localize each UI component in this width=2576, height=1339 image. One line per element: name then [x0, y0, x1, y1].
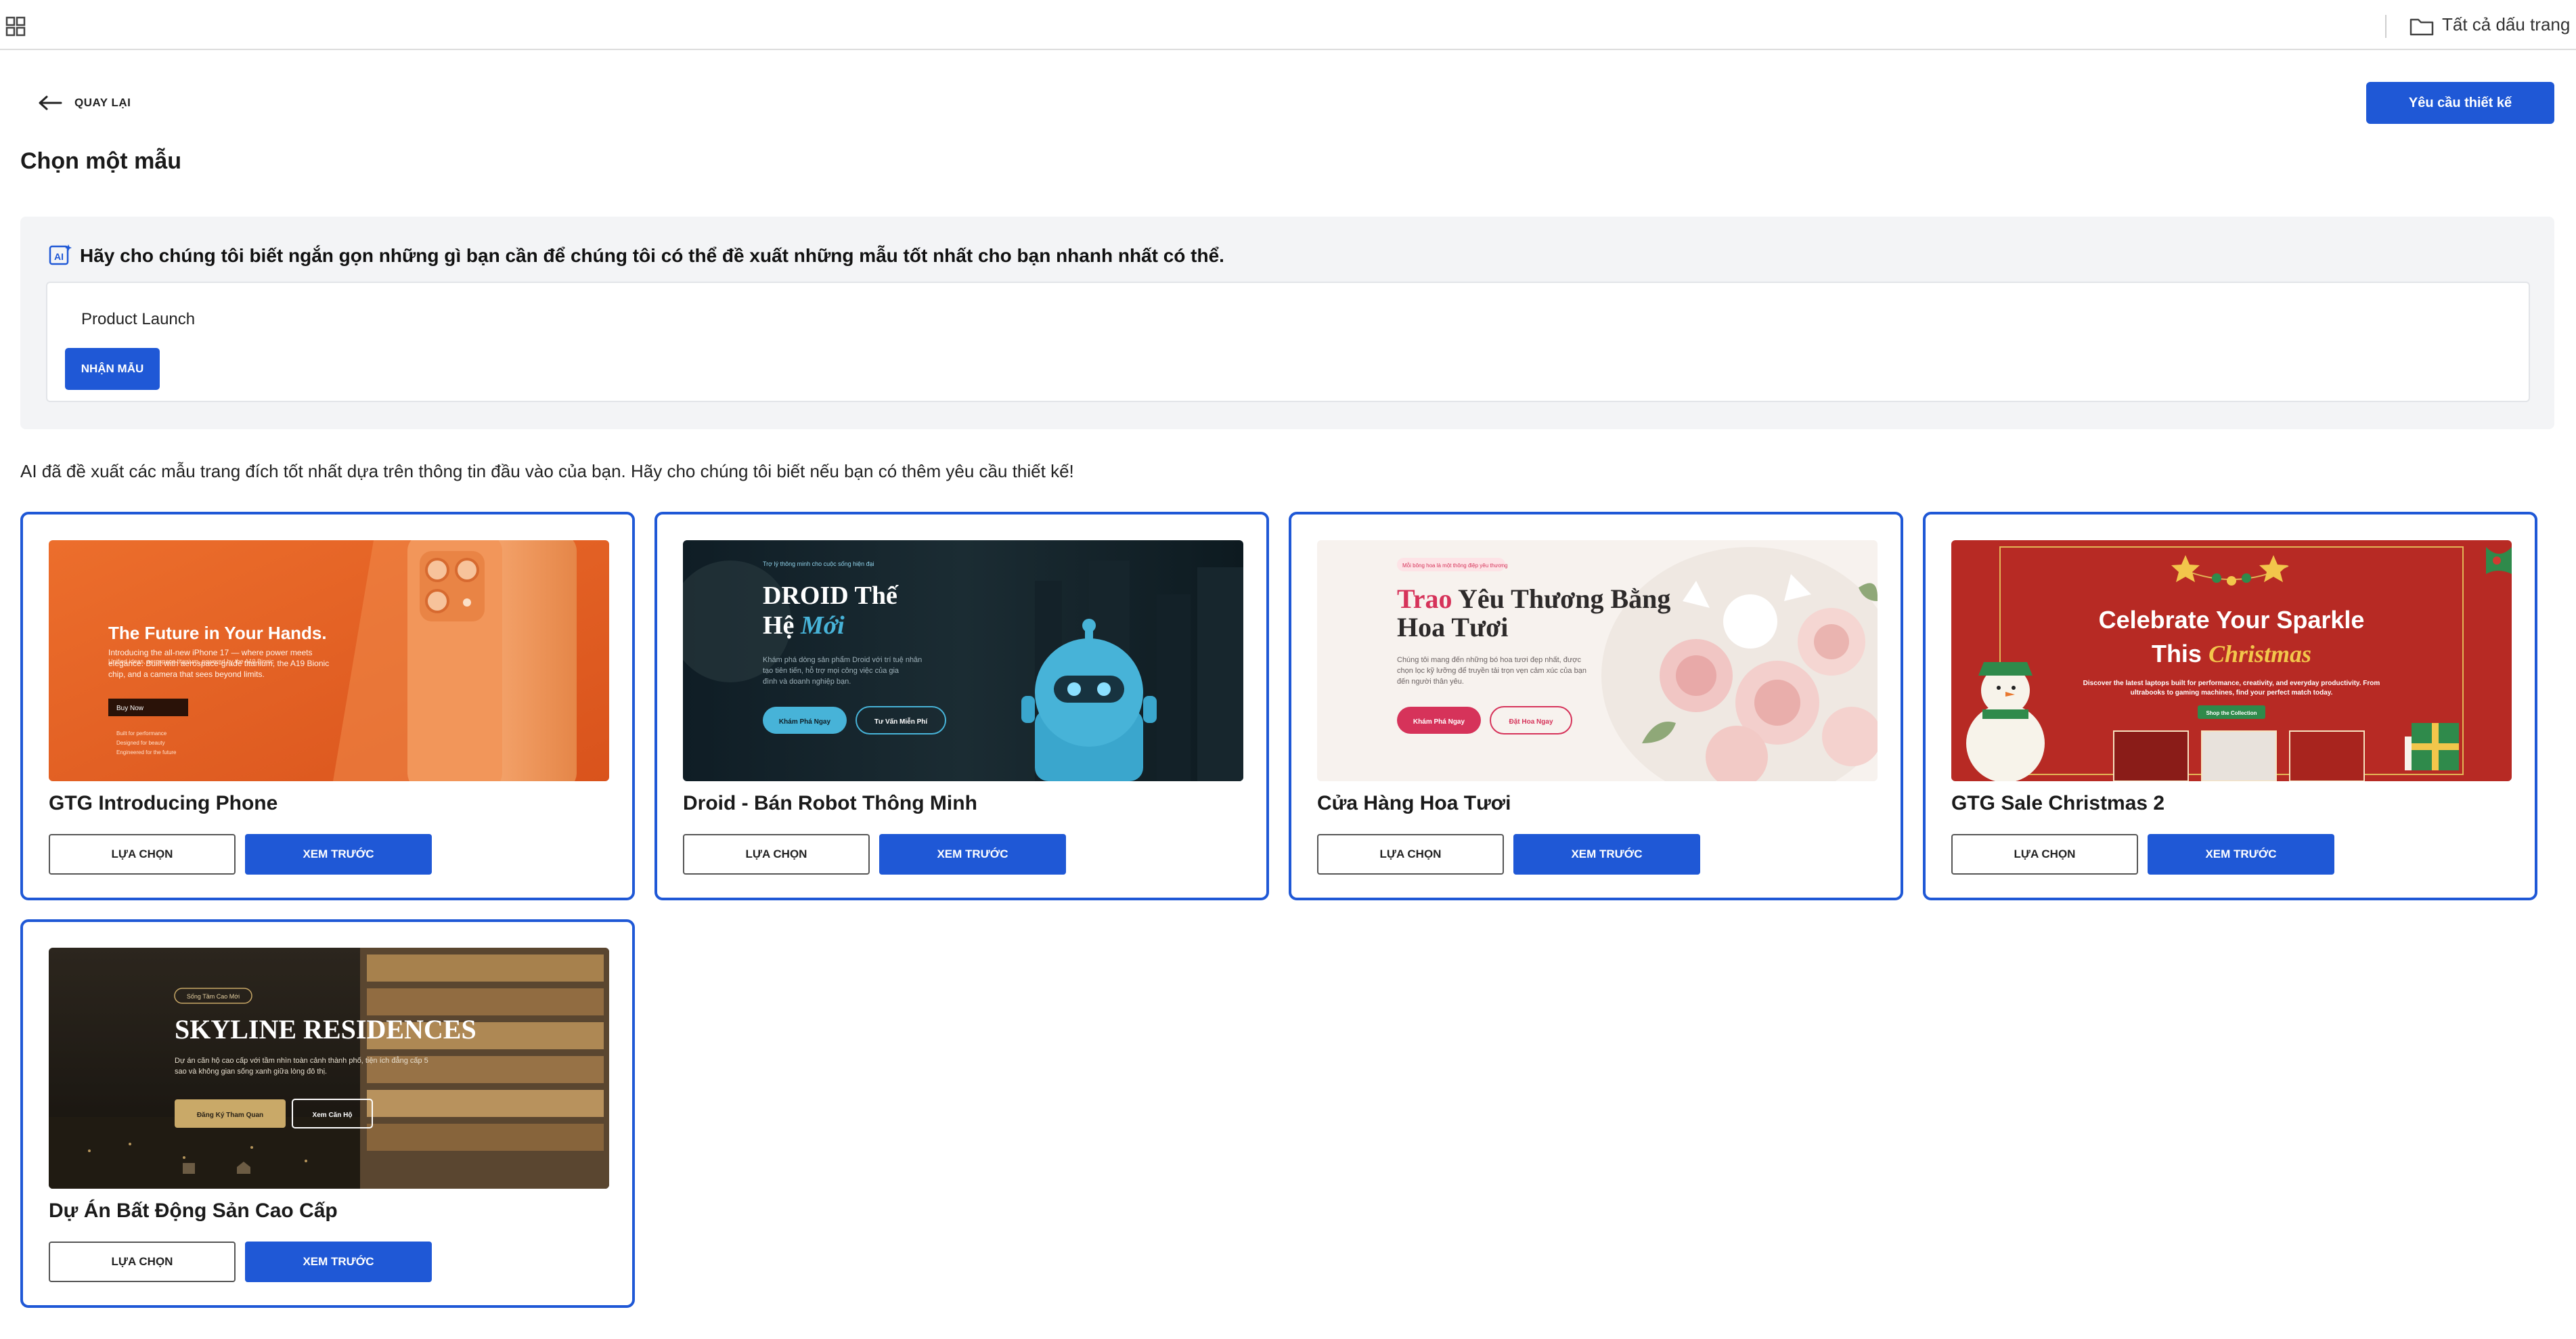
thumb-feature: Built for performance	[116, 730, 167, 737]
ai-sparkle-icon: AI	[49, 244, 72, 265]
template-card[interactable]: Unified ideas, aerospace titanium, power…	[20, 512, 635, 900]
thumb-body-2: ultrabooks to gaming machines, find your…	[2131, 689, 2333, 697]
thumb-headline-2: This	[2152, 640, 2208, 667]
all-bookmarks-link[interactable]: Tất cả dấu trang	[2442, 12, 2570, 37]
thumb-cta-primary-label: Khám Phá Ngay	[779, 718, 831, 726]
phone-image	[407, 540, 577, 781]
browser-toolbar: Tất cả dấu trang	[0, 0, 2576, 50]
thumb-headline-1: DROID Thế	[763, 581, 899, 610]
select-button[interactable]: LỰA CHỌN	[1317, 834, 1504, 875]
template-card[interactable]: Celebrate Your Sparkle This Christmas Di…	[1923, 512, 2537, 900]
ai-result-note: AI đã đề xuất các mẫu trang đích tốt nhấ…	[20, 461, 1074, 481]
design-request-button[interactable]: Yêu cầu thiết kế	[2366, 82, 2554, 124]
template-title: Droid - Bán Robot Thông Minh	[683, 792, 977, 814]
template-title: Dự Án Bất Động Sản Cao Cấp	[49, 1200, 338, 1222]
preview-button[interactable]: XEM TRƯỚC	[245, 834, 432, 875]
thumb-headline-2: Hệ	[763, 611, 801, 640]
thumb-headline: The Future in Your Hands.	[108, 623, 327, 643]
svg-text:Trao Yêu Thương Bằng: Trao Yêu Thương Bằng	[1397, 584, 1670, 614]
preview-button[interactable]: XEM TRƯỚC	[1513, 834, 1700, 875]
back-label: QUAY LẠI	[74, 96, 131, 109]
thumb-headline-accent: Christmas	[2208, 640, 2311, 667]
thumb-cta-primary-label: Khám Phá Ngay	[1413, 718, 1465, 726]
template-title: GTG Sale Christmas 2	[1951, 792, 2165, 814]
select-button[interactable]: LỰA CHỌN	[683, 834, 870, 875]
thumb-cta-primary-label: Đăng Ký Tham Quan	[197, 1112, 263, 1119]
template-card[interactable]: Sống Tầm Cao Mới SKYLINE RESIDENCES Dự á…	[20, 919, 635, 1308]
thumb-body-1: Khám phá dòng sản phẩm Droid với trí tuệ…	[763, 656, 922, 664]
thumb-headline: SKYLINE RESIDENCES	[175, 1014, 476, 1045]
thumb-body-1: Discover the latest laptops built for pe…	[2083, 680, 2380, 687]
thumb-body-2: elegance. Built with aerospace-grade tit…	[108, 659, 329, 668]
ai-suggestion-panel: AI Hãy cho chúng tôi biết ngắn gọn những…	[20, 217, 2554, 429]
thumb-body-2: chọn lọc kỹ lưỡng để truyền tải trọn vẹn…	[1397, 667, 1586, 675]
thumb-body-1: Introducing the all-new iPhone 17 — wher…	[108, 648, 313, 657]
thumb-badge-label: Mỗi bông hoa là một thông điệp yêu thươn…	[1402, 563, 1508, 569]
folder-icon[interactable]	[2410, 16, 2434, 37]
apps-grid-icon[interactable]	[5, 16, 26, 37]
template-thumbnail[interactable]: Trợ lý thông minh cho cuộc sống hiện đại…	[683, 540, 1243, 781]
thumb-body-2: sao và không gian sống xanh giữa lòng đô…	[175, 1068, 327, 1076]
template-card[interactable]: Mỗi bông hoa là một thông điệp yêu thươn…	[1289, 512, 1903, 900]
template-title: Cửa Hàng Hoa Tươi	[1317, 792, 1511, 814]
thumb-feature: Engineered for the future	[116, 749, 177, 755]
preview-button[interactable]: XEM TRƯỚC	[245, 1242, 432, 1282]
thumb-headline-accent: Trao	[1397, 584, 1458, 614]
template-card[interactable]: Trợ lý thông minh cho cuộc sống hiện đại…	[654, 512, 1269, 900]
building-icon	[183, 1163, 195, 1174]
back-button[interactable]: QUAY LẠI	[38, 89, 131, 116]
thumb-headline-1: Celebrate Your Sparkle	[2099, 606, 2365, 634]
svg-text:Hệ Mới: Hệ Mới	[763, 611, 845, 640]
toolbar-divider	[2385, 15, 2386, 38]
thumb-feature: Designed for beauty	[116, 740, 165, 746]
thumb-body-3: đình và doanh nghiệp bạn.	[763, 678, 851, 686]
ai-prompt-text: Hãy cho chúng tôi biết ngắn gọn những gì…	[80, 245, 1224, 266]
thumb-buy-label: Buy Now	[116, 705, 144, 712]
thumb-body-1: Dự án căn hộ cao cấp với tầm nhìn toàn c…	[175, 1056, 428, 1065]
select-button[interactable]: LỰA CHỌN	[1951, 834, 2138, 875]
thumb-body-1: Chúng tôi mang đến những bó hoa tươi đẹp…	[1397, 656, 1581, 664]
arrow-left-icon	[39, 95, 62, 110]
thumb-body-3: chip, and a camera that sees beyond limi…	[108, 670, 265, 679]
preview-button[interactable]: XEM TRƯỚC	[879, 834, 1066, 875]
thumb-headline-accent: Mới	[800, 611, 845, 640]
page-title: Chọn một mẫu	[20, 148, 181, 174]
template-thumbnail[interactable]: Mỗi bông hoa là một thông điệp yêu thươn…	[1317, 540, 1878, 781]
svg-text:This Christmas: This Christmas	[2152, 640, 2311, 667]
template-title: GTG Introducing Phone	[49, 792, 278, 814]
product-photos	[2113, 730, 2365, 781]
get-templates-button[interactable]: NHẬN MẪU	[65, 348, 160, 390]
thumb-headline-1: Yêu Thương Bằng	[1458, 584, 1670, 614]
preview-button[interactable]: XEM TRƯỚC	[2148, 834, 2334, 875]
thumb-cta-secondary-label: Xem Căn Hộ	[313, 1112, 353, 1119]
thumb-cta-secondary-label: Đặt Hoa Ngay	[1509, 718, 1553, 726]
thumb-shop-label: Shop the Collection	[2206, 710, 2257, 716]
select-button[interactable]: LỰA CHỌN	[49, 834, 236, 875]
thumb-body-3: đến người thân yêu.	[1397, 678, 1464, 686]
template-thumbnail[interactable]: Sống Tầm Cao Mới SKYLINE RESIDENCES Dự á…	[49, 948, 609, 1189]
thumb-headline-2: Hoa Tươi	[1397, 612, 1508, 642]
ai-input-box: NHẬN MẪU	[46, 282, 2530, 402]
template-thumbnail[interactable]: Unified ideas, aerospace titanium, power…	[49, 540, 609, 781]
thumb-cta-secondary-label: Tư Vấn Miễn Phí	[874, 717, 929, 726]
thumb-body-2: tạo tiên tiến, hỗ trợ mọi công việc của …	[763, 666, 900, 675]
thumb-eyebrow: Trợ lý thông minh cho cuộc sống hiện đại	[763, 561, 874, 567]
template-thumbnail[interactable]: Celebrate Your Sparkle This Christmas Di…	[1951, 540, 2512, 781]
requirements-input[interactable]	[81, 307, 893, 332]
thumb-eyebrow: Sống Tầm Cao Mới	[187, 993, 240, 1000]
select-button[interactable]: LỰA CHỌN	[49, 1242, 236, 1282]
svg-text:AI: AI	[54, 251, 64, 262]
